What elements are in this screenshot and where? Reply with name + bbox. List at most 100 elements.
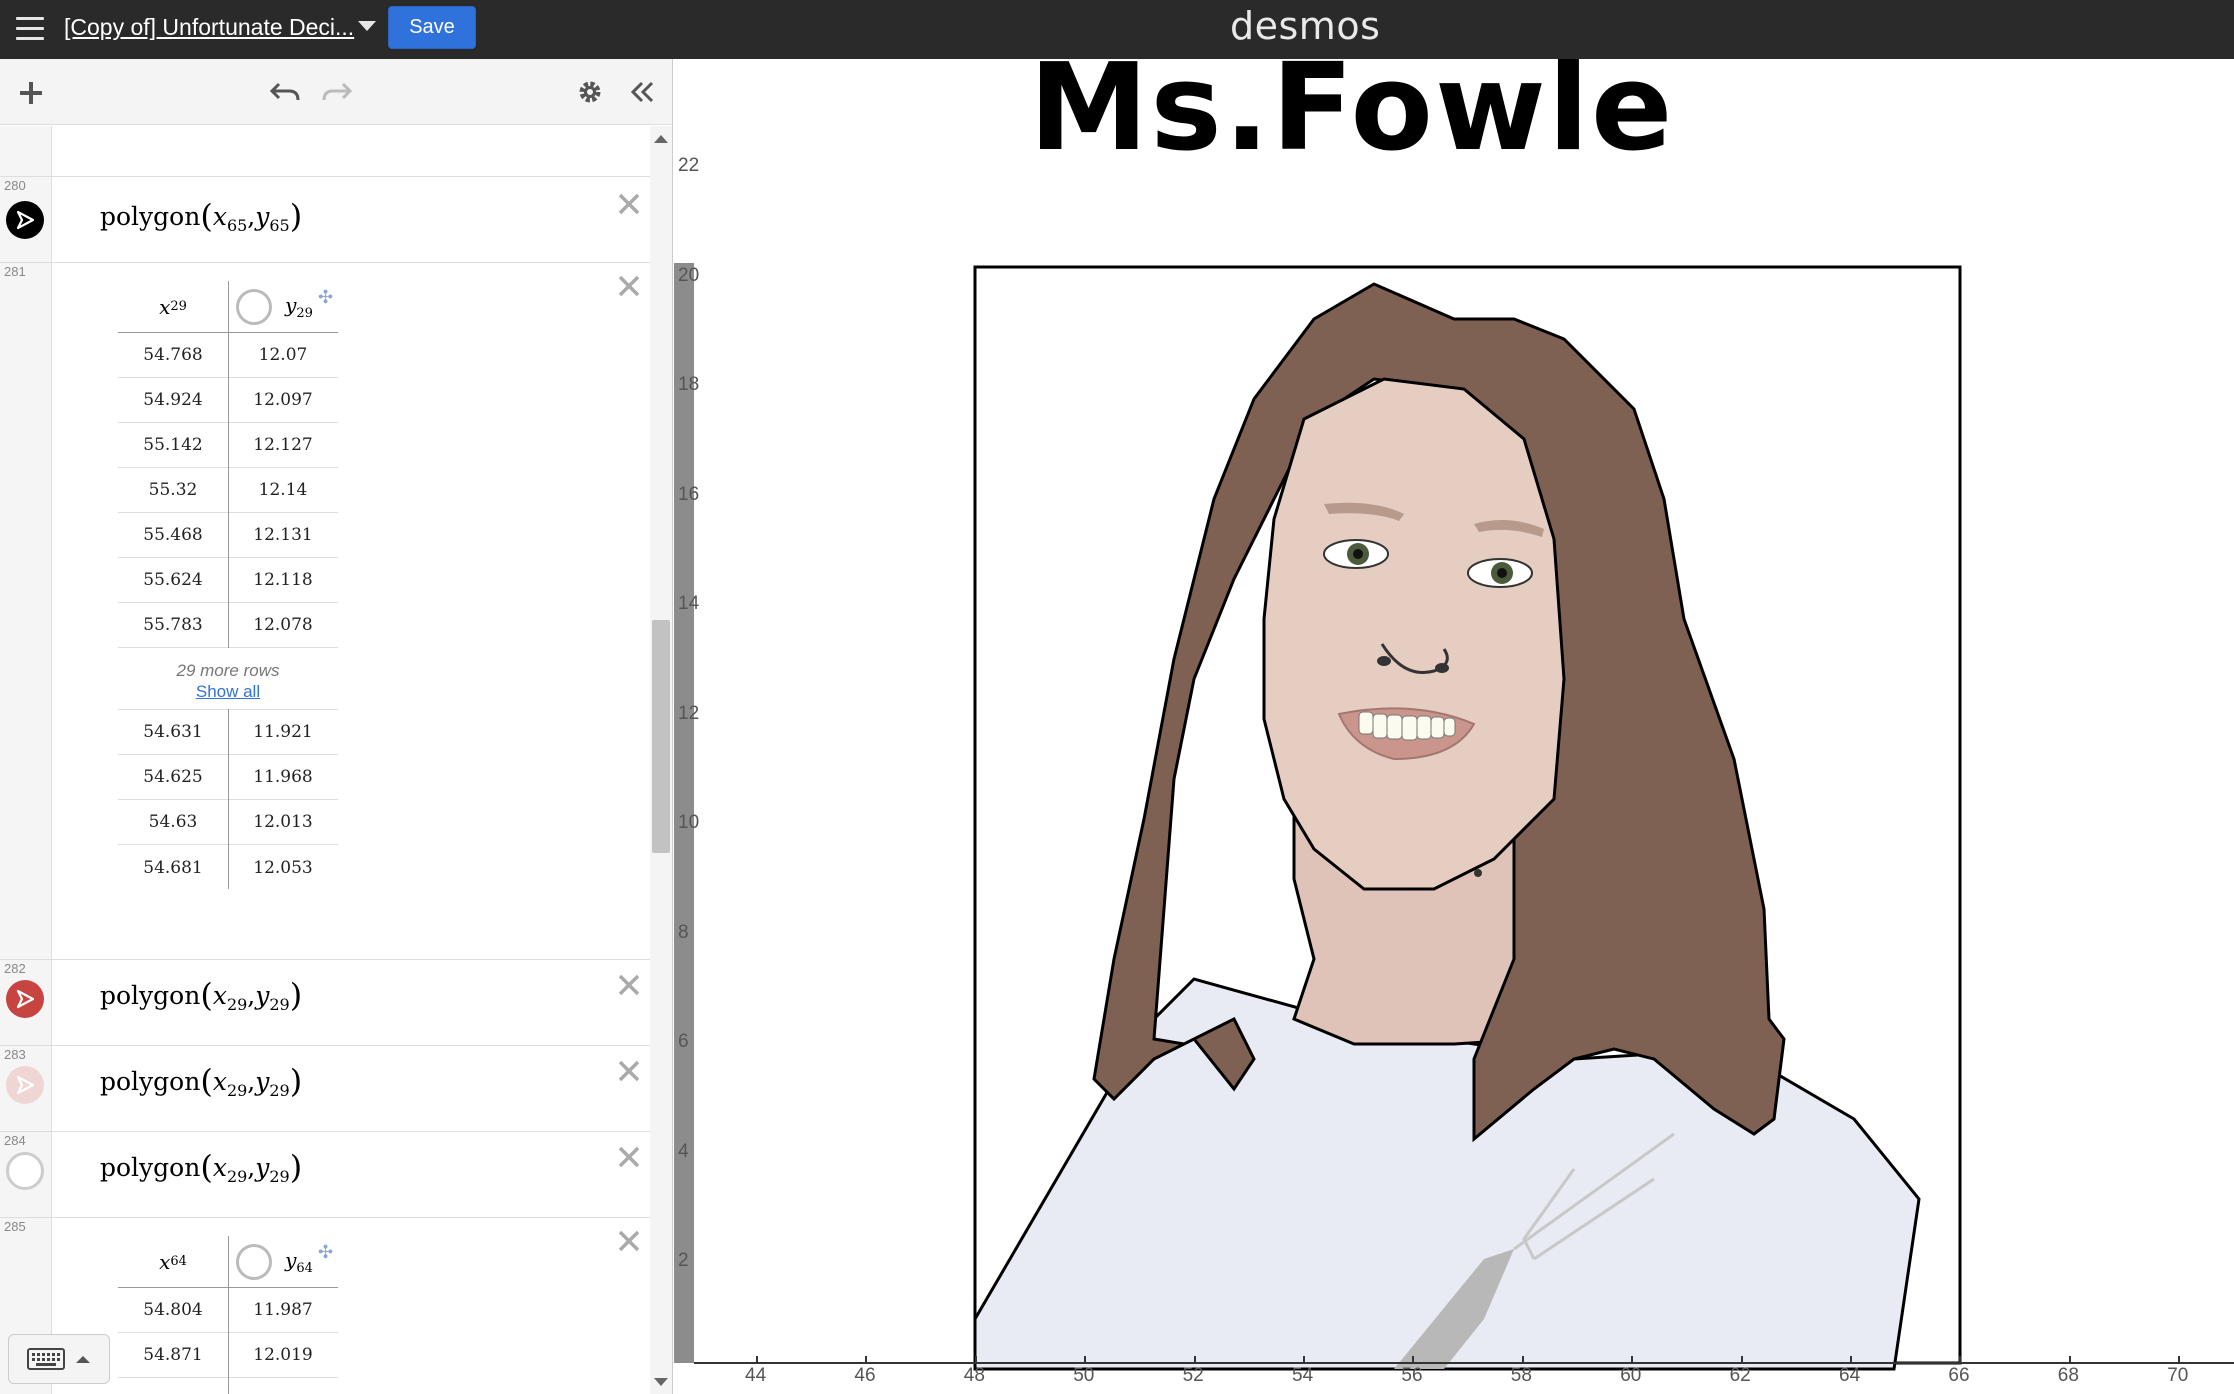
- scroll-up-arrow-icon[interactable]: [654, 135, 668, 143]
- table-cell[interactable]: 54.625: [118, 755, 228, 800]
- x-tick-mark: [1850, 1356, 1852, 1364]
- settings-gear-icon[interactable]: [574, 76, 606, 108]
- expression-row-281-table[interactable]: 281 x 29 54.768 54.924 55.142 55.32 55.46…: [0, 263, 650, 960]
- table-cell[interactable]: 12.131: [228, 513, 338, 558]
- expression-number: 283: [4, 1047, 26, 1062]
- table-cell[interactable]: 12.14: [228, 468, 338, 513]
- mole: [1474, 869, 1482, 877]
- collapse-panel-icon[interactable]: [626, 76, 658, 108]
- delete-expression-icon[interactable]: [616, 191, 642, 217]
- table-header-y[interactable]: y64 ✣: [228, 1236, 338, 1288]
- undo-icon[interactable]: [268, 75, 302, 109]
- table-header-y[interactable]: y29 ✣: [228, 281, 338, 333]
- graph-visibility-toggle-icon[interactable]: [6, 980, 44, 1018]
- delete-expression-icon[interactable]: [616, 972, 642, 998]
- x-tick-mark: [1084, 1356, 1087, 1364]
- desmos-logo: desmos: [1230, 4, 1381, 48]
- expression-math[interactable]: polygon(x29,y29): [100, 1062, 302, 1100]
- expression-list: 280 polygon(x65,y65) 281 x29 54.768 54.9…: [0, 126, 650, 1394]
- menu-icon[interactable]: [16, 17, 44, 41]
- expression-row-283[interactable]: 283 polygon(x29,y29): [0, 1046, 650, 1132]
- delete-expression-icon[interactable]: [616, 273, 642, 299]
- x-tick-mark: [2178, 1356, 2181, 1364]
- expression-row-284[interactable]: 284 polygon(x29,y29): [0, 1132, 650, 1218]
- table-cell[interactable]: 54.631: [118, 710, 228, 755]
- table-cell[interactable]: 54.63: [118, 800, 228, 845]
- drag-move-icon[interactable]: ✣: [318, 1242, 333, 1263]
- x-tick-label: 60: [1620, 1365, 1642, 1386]
- table-cell[interactable]: 55.783: [118, 603, 228, 648]
- delete-expression-icon[interactable]: [616, 1144, 642, 1170]
- table-cell[interactable]: 54.924: [118, 378, 228, 423]
- expression-math[interactable]: polygon(x65,y65): [100, 197, 302, 235]
- graph-drawing: [674, 263, 1962, 1371]
- table-cell[interactable]: 55.468: [118, 513, 228, 558]
- table-cell[interactable]: 54.681: [118, 845, 228, 890]
- table-cell[interactable]: 11.987: [228, 1288, 338, 1333]
- table-cell[interactable]: 55.624: [118, 558, 228, 603]
- table-cell[interactable]: 11.968: [228, 755, 338, 800]
- x-tick-label: 66: [1948, 1365, 1970, 1386]
- x-tick-label: 44: [745, 1365, 767, 1386]
- chevron-down-icon[interactable]: [358, 21, 376, 31]
- redo-icon[interactable]: [320, 75, 354, 109]
- y-tick-label: 6: [678, 1031, 689, 1052]
- add-item-icon[interactable]: [14, 76, 48, 110]
- table-cell[interactable]: 12.013: [228, 800, 338, 845]
- expression-math[interactable]: polygon(x29,y29): [100, 976, 302, 1014]
- table-cell[interactable]: 12.07: [228, 333, 338, 378]
- y-tick-label: 16: [678, 483, 700, 505]
- expression-number: 284: [4, 1133, 26, 1148]
- x-tick-mark: [1959, 1356, 1962, 1364]
- point-style-toggle-icon[interactable]: [236, 1244, 272, 1280]
- point-style-toggle-icon[interactable]: [236, 289, 272, 325]
- expression-row-280[interactable]: 280 polygon(x65,y65): [0, 177, 650, 263]
- y-tick-label: 2: [678, 1250, 689, 1271]
- table-cell[interactable]: 12.097: [228, 378, 338, 423]
- expression-row-282[interactable]: 282 polygon(x29,y29): [0, 960, 650, 1046]
- table-cell[interactable]: 12.019: [228, 1333, 338, 1378]
- graph-visibility-toggle-icon[interactable]: [6, 1152, 44, 1190]
- graph-visibility-toggle-icon[interactable]: [6, 1066, 44, 1104]
- keypad-toggle-button[interactable]: [8, 1334, 110, 1384]
- graph-visibility-toggle-icon[interactable]: [6, 201, 44, 239]
- table-cell[interactable]: 55.32: [118, 468, 228, 513]
- expression-row-partial[interactable]: [0, 126, 650, 177]
- table-cell[interactable]: 12.053: [228, 845, 338, 890]
- graph-title[interactable]: [Copy of] Unfortunate Deci...: [64, 14, 354, 41]
- x-tick-mark: [1631, 1356, 1634, 1364]
- expression-math[interactable]: polygon(x29,y29): [100, 1148, 302, 1186]
- expression-number: 285: [4, 1219, 26, 1234]
- table-header-x[interactable]: x 64: [118, 1236, 228, 1288]
- x-tick-label: 64: [1839, 1365, 1861, 1386]
- table-cell[interactable]: 12.127: [228, 423, 338, 468]
- delete-expression-icon[interactable]: [616, 1058, 642, 1084]
- expression-number: 282: [4, 961, 26, 976]
- x-tick-label: 50: [1073, 1365, 1095, 1386]
- table-cell[interactable]: 12.078: [228, 603, 338, 648]
- y-tick-label: 18: [678, 374, 700, 395]
- table-cell[interactable]: 54.871: [118, 1333, 228, 1378]
- table-cell[interactable]: 12.118: [228, 558, 338, 603]
- x-tick-label: 52: [1182, 1365, 1204, 1386]
- table-column-y: y29 ✣ 12.07 12.097 12.127 12.14 12.131 1…: [228, 281, 338, 648]
- show-all-link[interactable]: Show all: [118, 682, 338, 702]
- table-cell[interactable]: 54.804: [118, 1288, 228, 1333]
- scroll-down-arrow-icon[interactable]: [654, 1378, 668, 1386]
- table-header-x[interactable]: x 29: [118, 281, 228, 333]
- scrollbar-thumb[interactable]: [652, 620, 670, 853]
- x-tick-label: 58: [1510, 1365, 1532, 1386]
- table-cell[interactable]: 55.142: [118, 423, 228, 468]
- drag-move-icon[interactable]: ✣: [318, 287, 333, 308]
- graph-canvas[interactable]: Ms.Fowle 22 20 18 16 14 12 10 8 6 4 2 44 46 48 50 52 54…: [674, 59, 2234, 1394]
- x-tick-label: 54: [1292, 1365, 1314, 1386]
- y-tick-label: 20: [678, 264, 700, 286]
- x-tick-label: 68: [2057, 1365, 2079, 1386]
- y-tick-label: 12: [678, 702, 700, 724]
- table-cell[interactable]: 11.921: [228, 710, 338, 755]
- save-button[interactable]: Save: [388, 6, 476, 49]
- keyboard-icon: [27, 1348, 65, 1370]
- y-tick-label: 10: [678, 812, 700, 833]
- table-cell[interactable]: 54.768: [118, 333, 228, 378]
- delete-expression-icon[interactable]: [616, 1228, 642, 1254]
